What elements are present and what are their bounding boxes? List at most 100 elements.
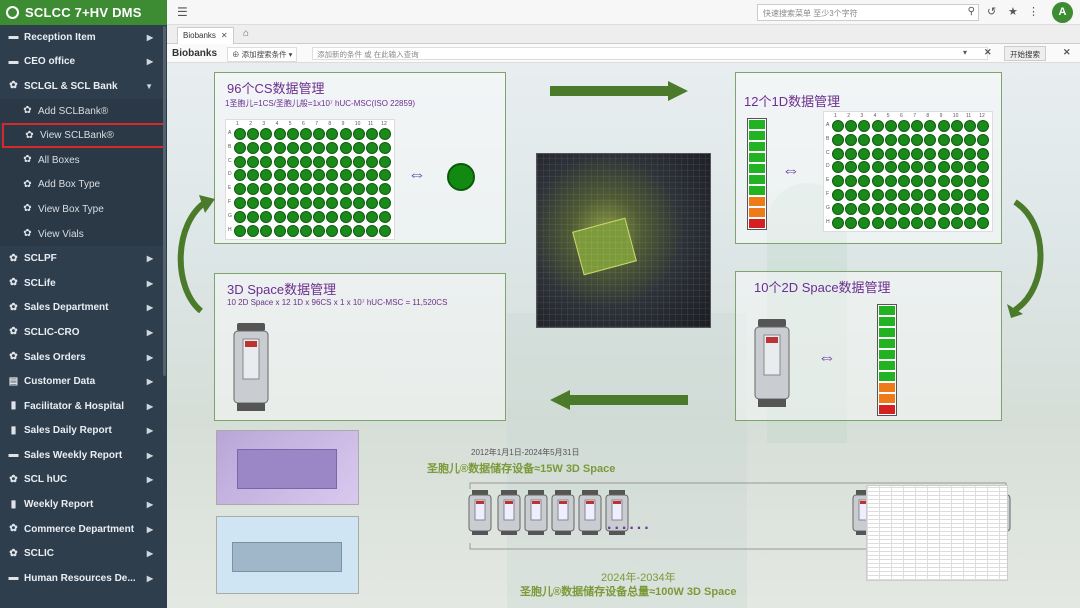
sidebar-item-sales-orders[interactable]: ✿ Sales Orders ▶ — [0, 345, 167, 370]
search-icon[interactable]: ⚲ — [968, 6, 975, 17]
close-tab-icon[interactable]: ✕ — [221, 31, 228, 40]
plate-well — [964, 133, 976, 146]
plate-well — [313, 210, 326, 223]
plate-well — [339, 141, 352, 154]
sidebar-item-sales-daily-report[interactable]: ▮ Sales Daily Report ▶ — [0, 419, 167, 444]
storage-tank-icon — [468, 490, 492, 535]
sidebar-item-label: Sales Daily Report — [24, 425, 112, 437]
sidebar-item-reception-item[interactable]: ▬ Reception Item ▶ — [0, 25, 167, 50]
sidebar-item-sclife[interactable]: ✿ SCLife ▶ — [0, 271, 167, 296]
level-segment — [879, 350, 895, 359]
sidebar-item-sales-weekly-report[interactable]: ▬ Sales Weekly Report ▶ — [0, 443, 167, 468]
plate-well — [950, 120, 963, 132]
history-icon[interactable]: ↺ — [987, 5, 996, 18]
plate-col-label: 3 — [860, 113, 864, 119]
plate-well — [286, 210, 299, 223]
star-icon[interactable]: ★ — [1008, 5, 1018, 18]
chevron-down-icon[interactable]: ▾ — [963, 48, 967, 57]
plate-well — [924, 147, 937, 160]
sidebar-item-commerce-department[interactable]: ✿ Commerce Department ▶ — [0, 517, 167, 542]
data-table-image — [866, 485, 1008, 581]
hamburger-menu-icon[interactable]: ☰ — [177, 5, 188, 19]
chevron-right-icon: ▶ — [146, 377, 153, 387]
plate-well — [300, 155, 312, 168]
add-condition-button[interactable]: ⊕ 添加搜索条件 ▾ — [227, 47, 298, 62]
plate-well — [339, 210, 352, 223]
plate-well — [871, 161, 884, 174]
plate-well — [950, 175, 963, 188]
sidebar-item-ceo-office[interactable]: ▬ CEO office ▶ — [0, 50, 167, 75]
sidebar-item-view-sclbank[interactable]: ✿ View SCLBank® — [2, 123, 165, 148]
circuit-chip-image — [536, 153, 711, 328]
plate-col-label: 12 — [381, 121, 387, 127]
plate-well — [352, 197, 365, 209]
plate-col-label: 1 — [834, 113, 837, 119]
sidebar-item-sclic[interactable]: ✿ SCLIC ▶ — [0, 541, 167, 566]
plate-well — [300, 210, 312, 223]
sidebar-item-add-sclbank[interactable]: ✿ Add SCLBank® — [0, 98, 167, 124]
close-icon[interactable]: ✕ — [1063, 47, 1071, 58]
sidebar-item-label: Add Box Type — [38, 179, 101, 191]
sidebar-item-weekly-report[interactable]: ▮ Weekly Report ▶ — [0, 492, 167, 517]
plate-well — [247, 210, 260, 223]
plate-well — [273, 128, 286, 140]
plate-well — [339, 128, 352, 140]
sidebar-item-sclgl-scl-bank[interactable]: ✿ SCLGL & SCL Bank ▼ — [0, 74, 167, 99]
plate-well — [832, 175, 844, 188]
sidebar-item-human-resources-de[interactable]: ▬ Human Resources De... ▶ — [0, 566, 167, 591]
plate-well — [313, 183, 326, 196]
condition-input[interactable]: 添加新的条件 或 在此输入查询 — [312, 47, 988, 60]
plate-col-label: 5 — [288, 121, 292, 127]
tab-biobanks[interactable]: Biobanks ✕ — [177, 27, 234, 44]
plate-row-label: D — [826, 163, 830, 170]
sidebar-item-sales-department[interactable]: ✿ Sales Department ▶ — [0, 296, 167, 321]
gear-icon: ✿ — [9, 523, 18, 535]
logo-ring-icon — [6, 6, 19, 19]
sidebar-item-label: Reception Item — [24, 31, 96, 43]
plate-col-label: 9 — [939, 113, 943, 119]
plate-well — [260, 155, 273, 168]
sidebar-item-sclpf[interactable]: ✿ SCLPF ▶ — [0, 246, 167, 271]
sidebar-item-sclic-cro[interactable]: ✿ SCLIC-CRO ▶ — [0, 320, 167, 345]
app-brand[interactable]: SCLCC 7+HV DMS — [0, 0, 167, 25]
plate-well — [234, 141, 246, 154]
plate-well — [300, 169, 312, 182]
plate-well — [858, 202, 871, 215]
start-search-button[interactable]: 开始搜索 — [1004, 46, 1046, 61]
sidebar-item-view-vials[interactable]: ✿ View Vials — [0, 221, 167, 247]
plate-well — [326, 183, 339, 196]
plate-well — [871, 147, 884, 160]
plate-col-label: 6 — [302, 121, 305, 127]
plate-well — [924, 202, 937, 215]
plate-well — [898, 147, 910, 160]
gear-icon: ✿ — [9, 351, 18, 363]
plate-well — [352, 183, 365, 196]
user-avatar[interactable]: A — [1052, 2, 1073, 23]
plate-col-label: 11 — [966, 113, 972, 119]
sidebar-scrollbar[interactable] — [163, 26, 166, 376]
plate-well — [845, 161, 858, 174]
plate-well — [352, 224, 365, 237]
plate-well — [273, 155, 286, 168]
plate-well — [234, 210, 246, 223]
sidebar-item-customer-data[interactable]: ▤ Customer Data ▶ — [0, 369, 167, 394]
plate-well — [379, 197, 392, 209]
plate-well — [950, 133, 963, 146]
more-vertical-icon[interactable]: ⋮ — [1028, 5, 1039, 18]
sidebar-item-add-box-type[interactable]: ✿ Add Box Type — [0, 172, 167, 198]
quick-search-input[interactable]: 快速搜索菜单 至少3个字符 ⚲ — [757, 4, 979, 21]
plate-well — [379, 141, 392, 154]
sidebar-item-all-boxes[interactable]: ✿ All Boxes — [0, 147, 167, 173]
plate-well — [911, 133, 924, 146]
sidebar-item-facilitator-hospital[interactable]: ▮ Facilitator & Hospital ▶ — [0, 394, 167, 419]
gear-icon: ✿ — [9, 326, 18, 338]
clear-icon[interactable]: ✕ — [984, 47, 992, 58]
sidebar-item-view-box-type[interactable]: ✿ View Box Type — [0, 197, 167, 222]
plate-well — [898, 216, 910, 229]
plate-well — [845, 133, 858, 146]
home-icon[interactable]: ⌂ — [243, 28, 249, 39]
d3-title: 3D Space数据管理 — [227, 282, 337, 297]
plate-well — [286, 155, 299, 168]
sidebar-item-scl-huc[interactable]: ✿ SCL hUC ▶ — [0, 468, 167, 493]
plate-row-label: E — [228, 185, 232, 192]
